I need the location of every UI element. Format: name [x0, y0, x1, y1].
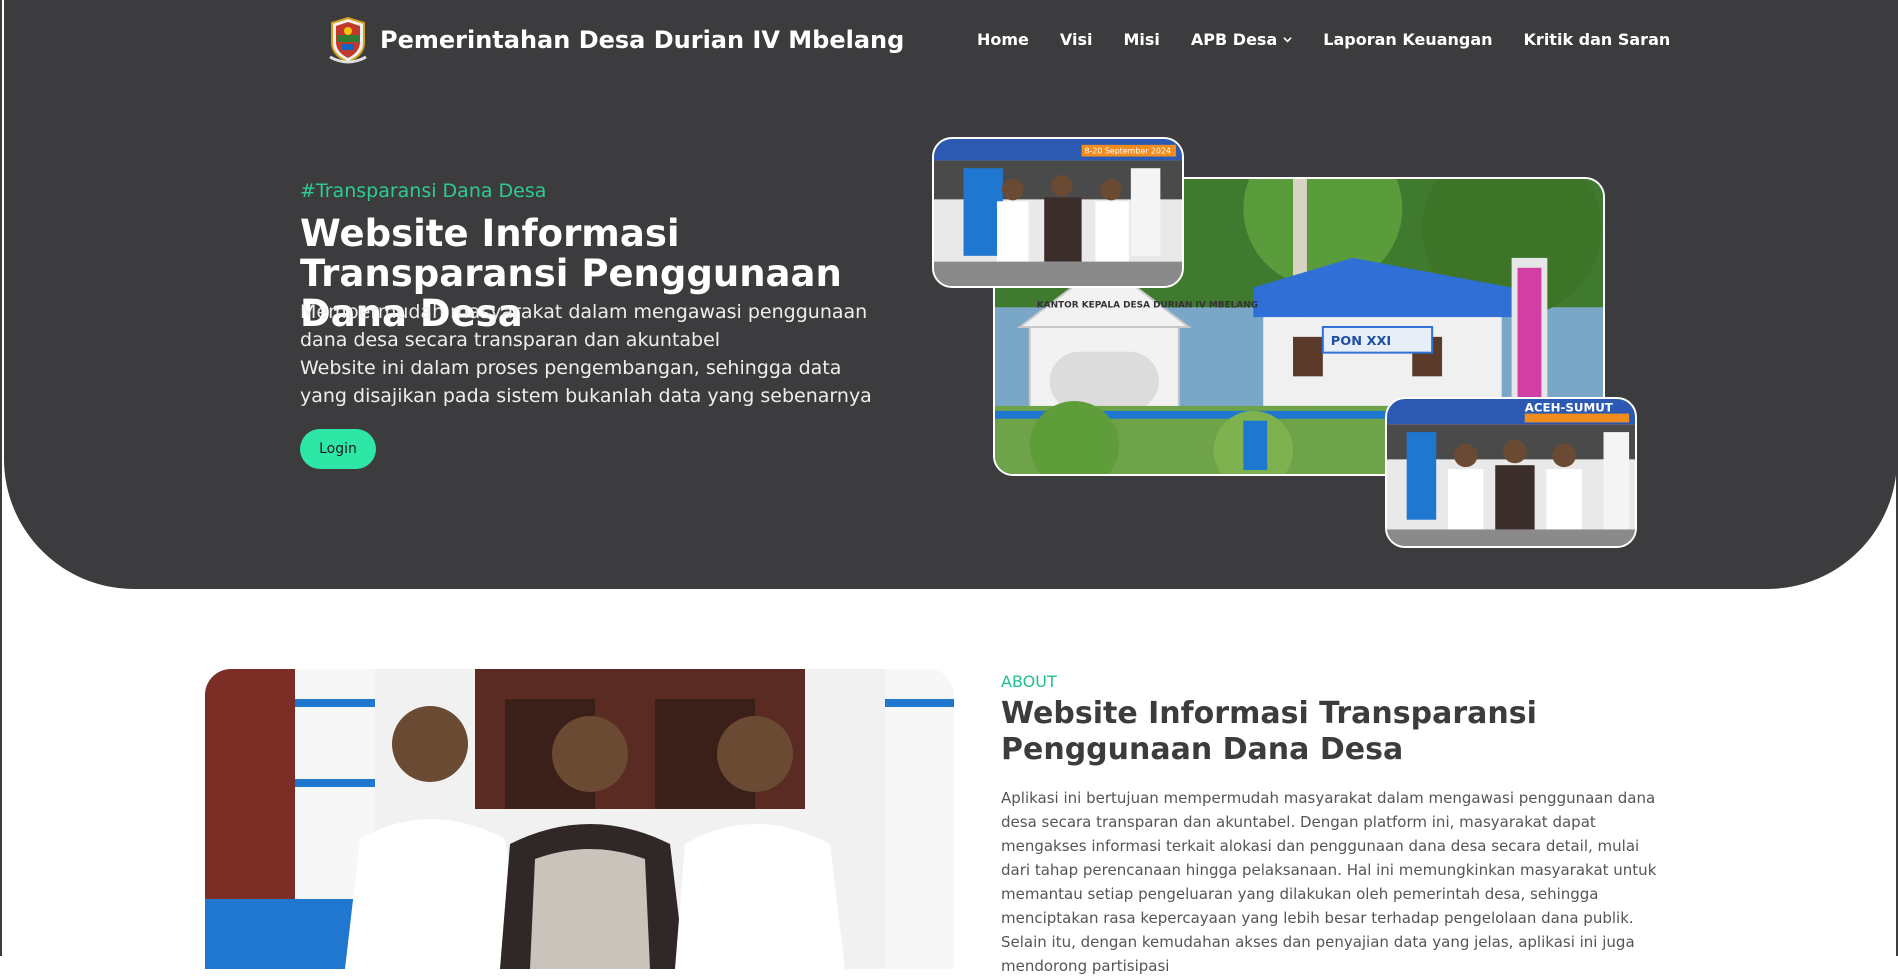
office-sign-text: KANTOR KEPALA DESA DURIAN IV MBELANG	[1037, 300, 1258, 310]
event-banner-text: ACEH-SUMUT	[1525, 401, 1613, 415]
pon-banner-text: PON XXI	[1331, 334, 1391, 349]
about-body: Aplikasi ini bertujuan mempermudah masya…	[1001, 789, 1657, 975]
about-title: Website Informasi Transparansi Penggunaa…	[1001, 696, 1537, 767]
login-button[interactable]: Login	[300, 429, 376, 469]
page-left-edge	[0, 0, 2, 956]
nav-kritik-dan-saran[interactable]: Kritik dan Saran	[1524, 30, 1671, 49]
nav-misi[interactable]: Misi	[1124, 30, 1160, 49]
brand-name: Pemerintahan Desa Durian IV Mbelang	[380, 26, 905, 54]
hero-hashtag: #Transparansi Dana Desa	[300, 180, 547, 202]
main-nav: Home Visi Misi APB Desa Laporan Keuangan…	[977, 30, 1670, 49]
brand[interactable]: Pemerintahan Desa Durian IV Mbelang	[328, 15, 904, 65]
hero-description: Mempermudah masyarakat dalam mengawasi p…	[300, 298, 890, 410]
hero-description-line-1: Mempermudah masyarakat dalam mengawasi p…	[300, 301, 868, 351]
event-date-text: 8-20 September 2024	[1085, 147, 1171, 156]
nav-home[interactable]: Home	[977, 30, 1029, 49]
officials-photo-small-bottom: ACEH-SUMUT	[1385, 397, 1637, 548]
hero-description-line-2: Website ini dalam proses pengembangan, s…	[300, 357, 872, 407]
nav-visi[interactable]: Visi	[1060, 30, 1093, 49]
nav-apb-desa[interactable]: APB Desa	[1191, 30, 1292, 49]
nav-laporan-keuangan[interactable]: Laporan Keuangan	[1323, 30, 1492, 49]
officials-photo-small-top: 8-20 September 2024	[932, 137, 1184, 288]
chevron-down-icon	[1283, 37, 1292, 43]
village-crest-logo	[328, 15, 368, 65]
about-photo	[205, 669, 954, 969]
nav-apb-desa-label: APB Desa	[1190, 30, 1278, 49]
about-label: ABOUT	[1001, 672, 1057, 691]
